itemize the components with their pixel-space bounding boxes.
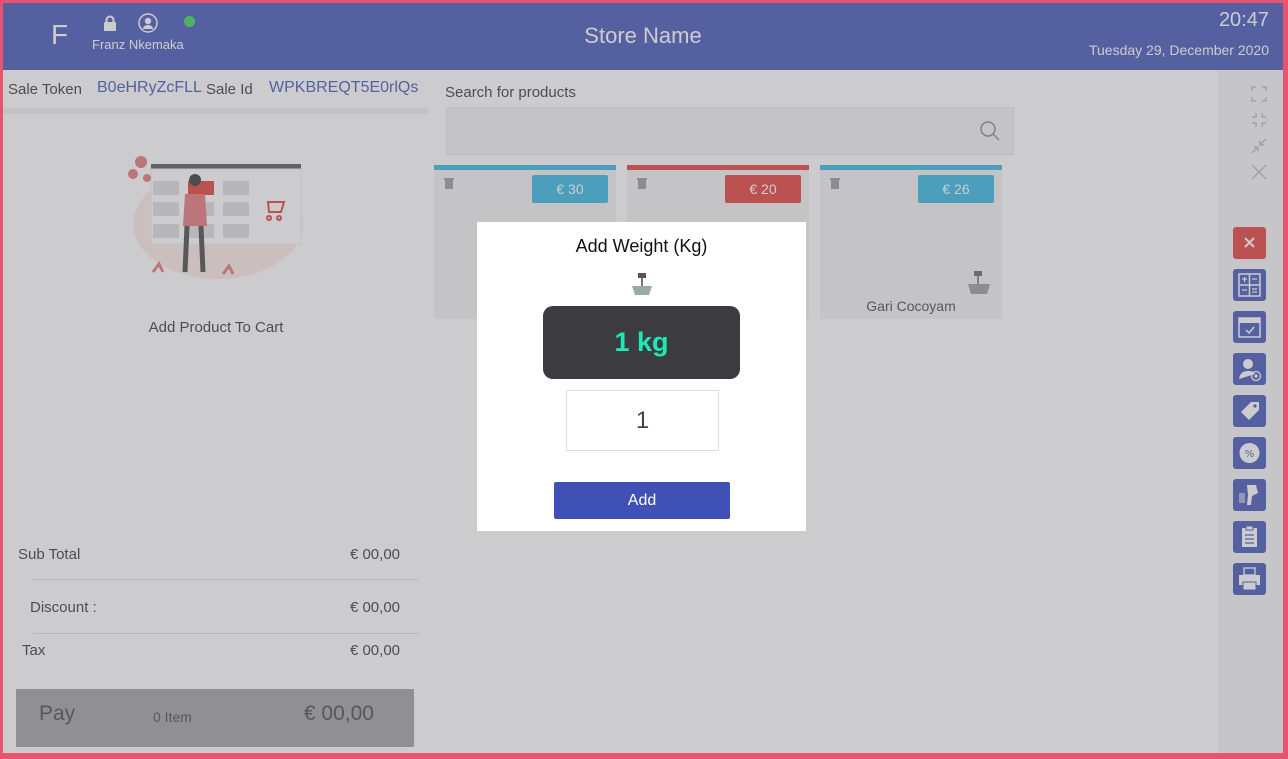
add-weight-dialog: Add Weight (Kg) 1 kg Add — [477, 222, 806, 531]
weight-display: 1 kg — [543, 306, 740, 379]
weighing-scale-icon — [631, 272, 653, 301]
add-button[interactable]: Add — [554, 482, 730, 519]
pos-app: F Franz Nkemaka Store Name 20:47 Tuesday… — [3, 3, 1283, 753]
dialog-title: Add Weight (Kg) — [575, 236, 708, 256]
weight-input[interactable] — [566, 390, 719, 451]
